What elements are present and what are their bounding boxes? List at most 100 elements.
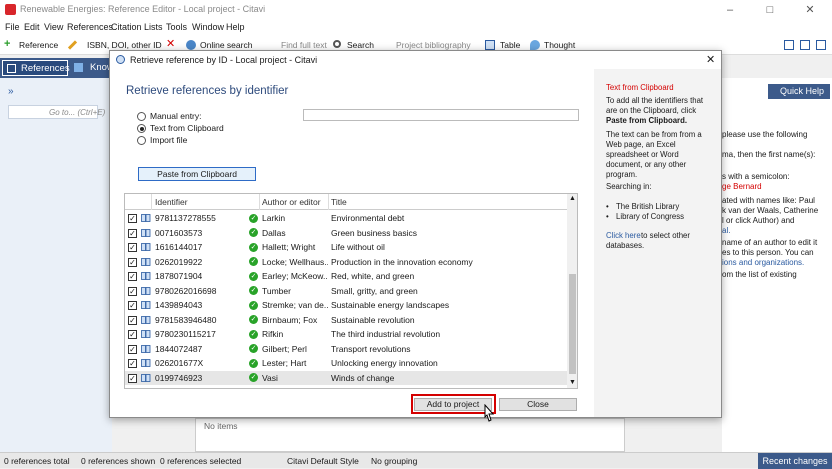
scroll-up-icon[interactable]: ▲ (569, 195, 576, 202)
table-row[interactable]: ✓ 1844072487 ✓ Gilbert; Perl Transport revol… (125, 342, 567, 357)
checkmark-icon: ✓ (249, 213, 258, 223)
goto-input[interactable]: Go to... (Ctrl+E) (49, 108, 105, 117)
row-checkbox[interactable]: ✓ (128, 315, 137, 325)
row-checkbox[interactable]: ✓ (128, 214, 137, 223)
row-checkbox[interactable]: ✓ (128, 228, 137, 238)
isbn-button[interactable]: ISBN, DOI, other ID (87, 40, 162, 50)
row-checkbox[interactable]: ✓ (128, 359, 137, 368)
table-row[interactable]: ✓ 9780230115217 ✓ Rifkin The third industria… (125, 327, 567, 342)
status-style[interactable]: Citavi Default Style (287, 456, 359, 466)
menu-lists[interactable]: Lists (144, 22, 163, 32)
add-reference-icon[interactable]: + (4, 39, 14, 50)
import-file-radio[interactable] (137, 136, 146, 145)
column-title[interactable]: Title (331, 197, 347, 207)
row-author: Dallas (262, 227, 286, 238)
row-author: Hallett; Wright (262, 242, 316, 252)
checkmark-icon: ✓ (249, 344, 258, 353)
find-full-text-button[interactable]: Find full text (281, 40, 327, 50)
row-checkbox[interactable]: ✓ (128, 373, 137, 383)
thought-button[interactable]: Thought (544, 40, 575, 50)
window-title: Renewable Energies: Reference Editor - L… (20, 4, 266, 14)
row-checkbox[interactable]: ✓ (128, 301, 137, 310)
close-button[interactable]: Close (499, 398, 577, 411)
row-author: Stremke; van de... (262, 300, 328, 310)
table-row[interactable]: ✓ 1878071904 ✓ Earley; McKeow... Red, white,… (125, 269, 567, 284)
paste-from-clipboard-button[interactable]: Paste from Clipboard (138, 167, 256, 181)
checkmark-icon: ✓ (249, 329, 258, 339)
click-here-link[interactable]: Click here (606, 231, 641, 240)
row-identifier: 9781583946480 (155, 314, 217, 325)
book-icon (141, 257, 151, 266)
table-row[interactable]: ✓ 026201677X ✓ Lester; Hart Unlocking energy… (125, 356, 567, 371)
menu-file[interactable]: File (5, 22, 20, 32)
table-row[interactable]: ✓ 0262019922 ✓ Locke; Wellhaus... Production… (125, 255, 567, 270)
help-line-example: ge Bernard (722, 182, 762, 191)
status-grouping[interactable]: No grouping (371, 456, 417, 466)
identifier-grid: Identifier Author or editor Title ✓ 97811… (124, 193, 578, 389)
reference-button[interactable]: Reference (19, 40, 58, 50)
table-row[interactable]: ✓ 9780262016698 ✓ Tumber Small, gritty, and … (125, 284, 567, 299)
row-title: Transport revolutions (331, 343, 411, 354)
row-identifier: 1439894043 (155, 300, 203, 310)
dialog-close-icon[interactable]: ✕ (706, 53, 715, 66)
row-checkbox[interactable]: ✓ (128, 272, 137, 281)
grid-scrollbar[interactable]: ▲ ▼ (567, 194, 577, 388)
scroll-thumb[interactable] (569, 274, 576, 374)
tab-references[interactable]: References (2, 60, 70, 76)
layout-icon-3[interactable] (816, 40, 826, 50)
row-identifier: 1878071904 (155, 271, 203, 281)
table-row[interactable]: ✓ 1439894043 ✓ Stremke; van de... Sustainabl… (125, 298, 567, 313)
help-line-link[interactable]: ions and organizations. (722, 258, 804, 267)
source-british-library: The British Library (616, 202, 680, 211)
help-text: program. (606, 170, 638, 179)
table-row[interactable]: ✓ 0199746923 ✓ Vasi Winds of change (125, 370, 567, 385)
left-panel: » Go to... (Ctrl+E) (0, 78, 112, 452)
row-author: Vasi (262, 372, 278, 383)
row-title: Winds of change (331, 372, 395, 383)
minimize-icon[interactable]: – (710, 0, 750, 20)
maximize-icon[interactable]: □ (750, 0, 790, 20)
quick-help-button[interactable]: Quick Help (768, 84, 830, 99)
row-checkbox[interactable]: ✓ (128, 243, 137, 252)
table-row[interactable]: ✓ 9781137278555 ✓ Larkin Environmental debt (125, 211, 567, 226)
recent-changes-button[interactable]: Recent changes (758, 453, 832, 469)
manual-entry-input[interactable] (303, 109, 579, 121)
close-window-icon[interactable]: ✕ (790, 0, 830, 20)
table-row[interactable]: ✓ 1616144017 ✓ Hallett; Wright Life without … (125, 240, 567, 255)
menu-view[interactable]: View (44, 22, 63, 32)
table-row[interactable]: ✓ 0071603573 ✓ Dallas Green business basics (125, 226, 567, 241)
column-identifier[interactable]: Identifier (155, 197, 188, 207)
row-identifier: 0071603573 (155, 227, 203, 238)
text-from-clipboard-radio[interactable] (137, 124, 146, 133)
menu-references[interactable]: References (67, 22, 113, 32)
online-search-button[interactable]: Online search (200, 40, 252, 50)
menu-citation[interactable]: Citation (111, 22, 142, 32)
help-text: To add all the identifiers that (606, 96, 704, 105)
table-button[interactable]: Table (500, 40, 520, 50)
manual-entry-radio[interactable] (137, 112, 146, 121)
row-title: Unlocking energy innovation (331, 358, 438, 368)
layout-icon-1[interactable] (784, 40, 794, 50)
search-button[interactable]: Search (347, 40, 374, 50)
row-checkbox[interactable]: ✓ (128, 330, 137, 339)
row-checkbox[interactable]: ✓ (128, 257, 137, 267)
row-title: Environmental debt (331, 213, 405, 223)
row-checkbox[interactable]: ✓ (128, 286, 137, 296)
row-checkbox[interactable]: ✓ (128, 344, 137, 354)
scroll-down-icon[interactable]: ▼ (569, 379, 576, 386)
menu-window[interactable]: Window (192, 22, 224, 32)
expand-icon[interactable]: » (8, 86, 14, 97)
delete-icon[interactable]: ✕ (166, 39, 176, 50)
menu-help[interactable]: Help (226, 22, 245, 32)
help-line: ated with names like: Paul (722, 196, 815, 205)
mouse-cursor-icon (484, 404, 495, 422)
menu-tools[interactable]: Tools (166, 22, 187, 32)
add-to-project-button[interactable]: Add to project (414, 398, 492, 411)
table-row[interactable]: ✓ 9781583946480 ✓ Birnbaum; Fox Sustainable … (125, 313, 567, 328)
column-author[interactable]: Author or editor (262, 197, 321, 207)
project-bibliography-button[interactable]: Project bibliography (396, 40, 471, 50)
no-items-text: No items (204, 421, 238, 431)
layout-icon-2[interactable] (800, 40, 810, 50)
row-identifier: 0262019922 (155, 256, 203, 267)
menu-edit[interactable]: Edit (24, 22, 40, 32)
